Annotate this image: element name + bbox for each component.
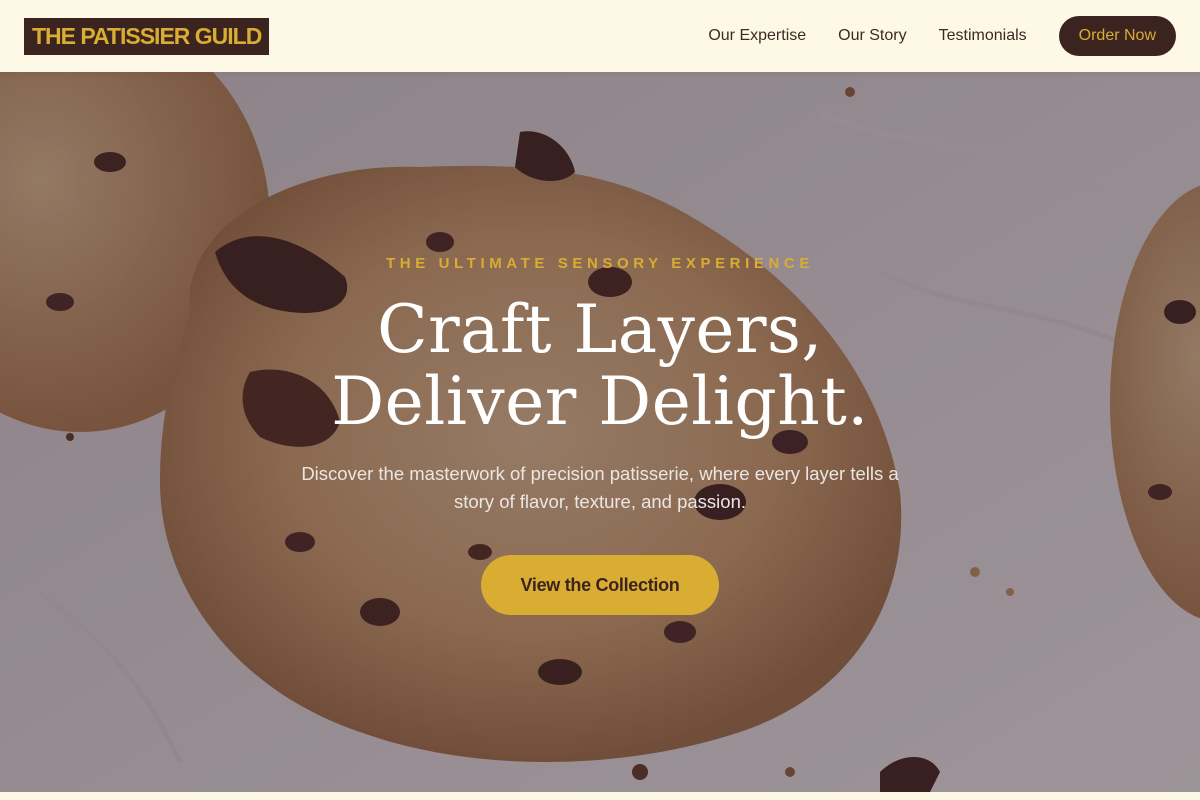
order-now-button[interactable]: Order Now <box>1058 16 1176 56</box>
nav-link-our-expertise[interactable]: Our Expertise <box>708 27 806 45</box>
hero-headline-line2: Deliver Delight. <box>331 363 869 440</box>
hero-section: THE ULTIMATE SENSORY EXPERIENCE Craft La… <box>0 72 1200 792</box>
hero-headline-line1: Craft Layers, <box>377 291 823 368</box>
nav-link-our-story[interactable]: Our Story <box>838 27 906 45</box>
hero-content: THE ULTIMATE SENSORY EXPERIENCE Craft La… <box>0 72 1200 792</box>
main-nav: Our Expertise Our Story Testimonials Ord… <box>676 16 1176 56</box>
hero-eyebrow: THE ULTIMATE SENSORY EXPERIENCE <box>386 255 814 272</box>
page-bottom-strip <box>0 792 1200 800</box>
nav-link-testimonials[interactable]: Testimonials <box>939 27 1027 45</box>
site-header: THE PATISSIER GUILD Our Expertise Our St… <box>0 0 1200 72</box>
hero-subtext: Discover the masterwork of precision pat… <box>301 463 899 512</box>
hero-headline: Craft Layers, Deliver Delight. <box>0 294 1200 438</box>
site-logo[interactable]: THE PATISSIER GUILD <box>24 17 270 55</box>
view-collection-button[interactable]: View the Collection <box>481 555 719 615</box>
